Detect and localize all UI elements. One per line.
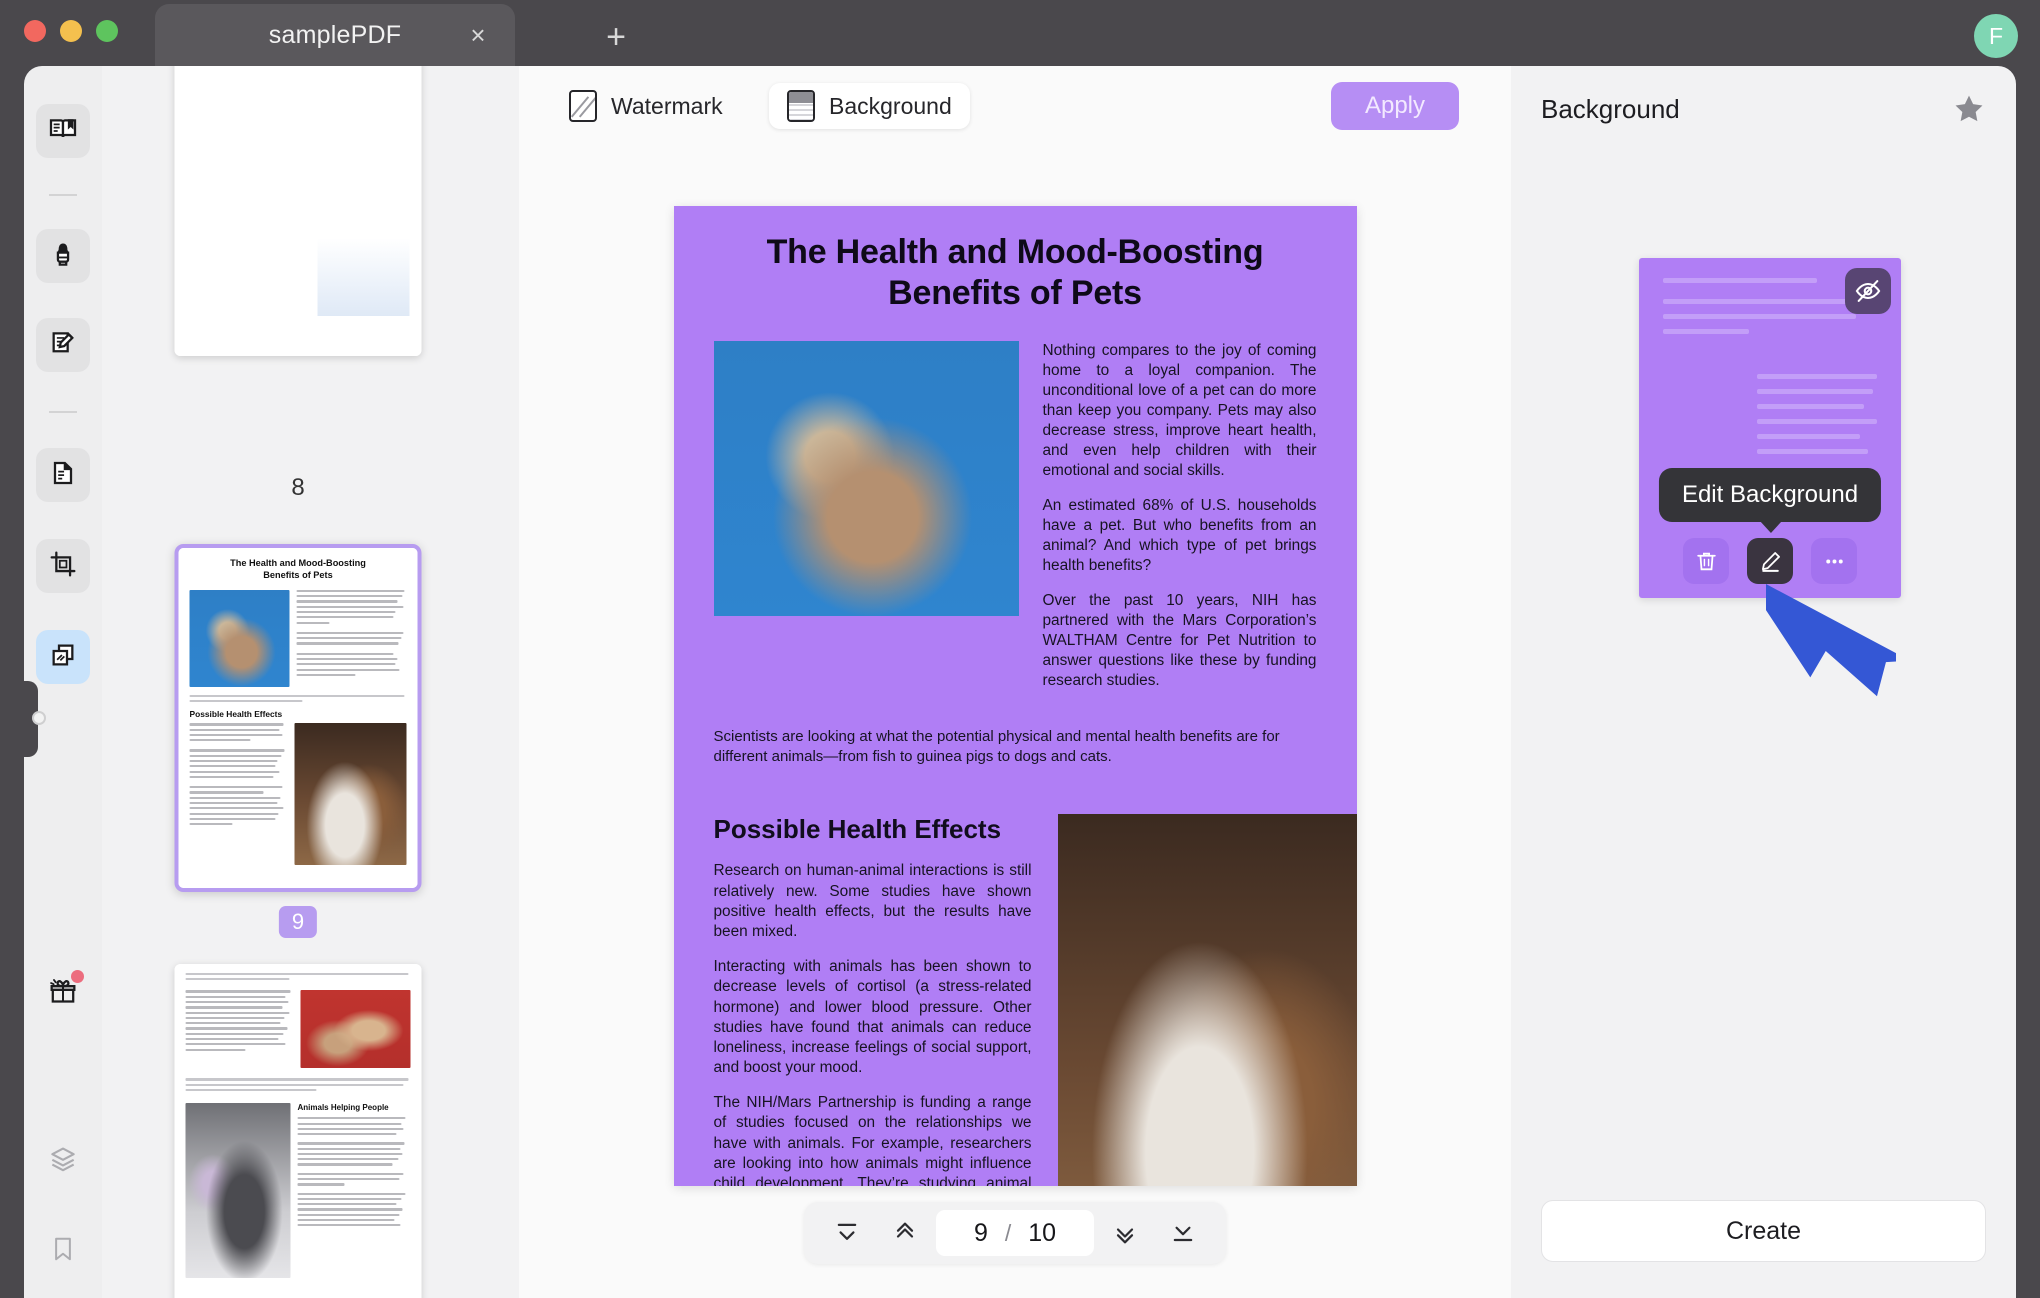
highlighter-icon xyxy=(47,238,79,275)
sidebar-item-reader-mode[interactable] xyxy=(36,104,90,158)
page-top-columns: Nothing compares to the joy of coming ho… xyxy=(714,341,1317,691)
page-separator: / xyxy=(1005,1220,1011,1247)
cat-photo xyxy=(714,341,1019,616)
thumbnail-number-8: 8 xyxy=(291,474,304,502)
watermark-icon xyxy=(569,90,597,122)
maximize-window-button[interactable] xyxy=(96,20,118,42)
bookmark-icon xyxy=(48,1234,78,1269)
intro-paragraph-1: Nothing compares to the joy of coming ho… xyxy=(1043,341,1317,481)
page-number-input[interactable]: 9 / 10 xyxy=(936,1210,1094,1256)
rail-divider-2 xyxy=(49,411,77,413)
background-icon xyxy=(787,90,815,122)
tab-watermark-label: Watermark xyxy=(611,93,723,120)
thumbnail-number-9: 9 xyxy=(279,906,317,938)
layers-icon xyxy=(47,1143,79,1180)
sidebar-item-annotate[interactable] xyxy=(36,318,90,372)
background-panel: Background xyxy=(1511,66,2016,1298)
thumbnail-page-10[interactable]: Animals Helping People xyxy=(175,964,422,1298)
tab-watermark[interactable]: Watermark xyxy=(551,83,741,129)
thumbnail-preview-8 xyxy=(175,66,422,356)
section-paragraph-3: The NIH/Mars Partnership is funding a ra… xyxy=(714,1093,1032,1186)
thumbnail-preview-9: The Health and Mood-BoostingBenefits of … xyxy=(179,548,418,888)
avatar[interactable]: F xyxy=(1974,14,2018,58)
star-icon[interactable] xyxy=(1952,92,1986,131)
minimize-window-button[interactable] xyxy=(60,20,82,42)
rail-divider-1 xyxy=(49,194,77,196)
close-window-button[interactable] xyxy=(24,20,46,42)
create-button[interactable]: Create xyxy=(1541,1200,1986,1262)
sidebar-item-gifts[interactable] xyxy=(36,966,90,1020)
thumbnail-preview-10: Animals Helping People xyxy=(175,964,422,1298)
intro-paragraph-3: Over the past 10 years, NIH has partnere… xyxy=(1043,591,1317,691)
background-thumbnail-card[interactable]: Edit Background xyxy=(1639,258,1901,598)
pencil-icon[interactable] xyxy=(1747,538,1793,584)
book-icon xyxy=(47,113,79,150)
tab-background[interactable]: Background xyxy=(769,83,970,129)
crop-icon xyxy=(47,548,79,585)
document-tab[interactable]: samplePDF × xyxy=(155,4,515,66)
viewer-toolbar: Watermark Background Apply xyxy=(519,66,1511,144)
tab-background-label: Background xyxy=(829,93,952,120)
background-actions xyxy=(1639,538,1901,584)
page-intro-text: Nothing compares to the joy of coming ho… xyxy=(1043,341,1317,691)
panel-title: Background xyxy=(1541,94,1680,125)
eye-off-icon[interactable] xyxy=(1845,268,1891,314)
pages-icon xyxy=(47,457,79,494)
last-page-button[interactable] xyxy=(1156,1210,1210,1256)
first-page-button[interactable] xyxy=(820,1210,874,1256)
apply-button[interactable]: Apply xyxy=(1331,82,1459,130)
rail-collapse-handle[interactable] xyxy=(32,711,46,725)
edit-background-tooltip: Edit Background xyxy=(1659,468,1881,522)
app-window: samplePDF × + F xyxy=(0,0,2040,1298)
page-section-heading: Possible Health Effects xyxy=(714,814,1032,845)
more-horizontal-icon[interactable] xyxy=(1811,538,1857,584)
previous-page-button[interactable] xyxy=(878,1210,932,1256)
intro-paragraph-2: An estimated 68% of U.S. households have… xyxy=(1043,496,1317,576)
thumbnail-panel[interactable]: 8 The Health and Mood-BoostingBenefits o… xyxy=(102,66,519,1298)
next-page-button[interactable] xyxy=(1098,1210,1152,1256)
trash-icon[interactable] xyxy=(1683,538,1729,584)
dog-and-cat-photo xyxy=(1058,814,1357,1186)
sidebar-item-crop[interactable] xyxy=(36,539,90,593)
thumbnail-page-8[interactable] xyxy=(175,66,422,356)
thumbnail-page-9[interactable]: The Health and Mood-BoostingBenefits of … xyxy=(175,544,422,892)
total-pages-value: 10 xyxy=(1028,1219,1056,1248)
document-tab-label: samplePDF xyxy=(269,21,401,50)
stacked-sheets-icon xyxy=(47,639,79,676)
page-canvas[interactable]: The Health and Mood-Boosting Benefits of… xyxy=(674,206,1357,1186)
section-paragraph-1: Research on human-animal interactions is… xyxy=(714,861,1032,942)
document-viewer: Watermark Background Apply The Health an… xyxy=(519,66,1511,1298)
sidebar-item-organize-pages[interactable] xyxy=(36,448,90,502)
sidebar-item-highlighter[interactable] xyxy=(36,229,90,283)
left-toolbar xyxy=(24,66,102,1298)
page-wide-paragraph: Scientists are looking at what the poten… xyxy=(714,727,1317,766)
section-paragraph-2: Interacting with animals has been shown … xyxy=(714,957,1032,1078)
sidebar-item-watermark-background[interactable] xyxy=(36,630,90,684)
page-title: The Health and Mood-Boosting Benefits of… xyxy=(714,232,1317,315)
edit-document-icon xyxy=(47,327,79,364)
notification-badge xyxy=(71,970,84,983)
sidebar-item-layers[interactable] xyxy=(36,1134,90,1188)
page-navigation-bar: 9 / 10 xyxy=(804,1202,1226,1264)
sidebar-item-bookmarks[interactable] xyxy=(36,1224,90,1278)
new-tab-icon[interactable]: + xyxy=(600,22,632,54)
page-lower-section: Possible Health Effects Research on huma… xyxy=(714,766,1317,1186)
current-page-value: 9 xyxy=(974,1219,988,1248)
close-icon[interactable]: × xyxy=(463,20,493,50)
window-controls xyxy=(24,20,118,42)
title-bar: samplePDF × + F xyxy=(0,0,2040,66)
page-section-text: Research on human-animal interactions is… xyxy=(714,861,1032,1186)
